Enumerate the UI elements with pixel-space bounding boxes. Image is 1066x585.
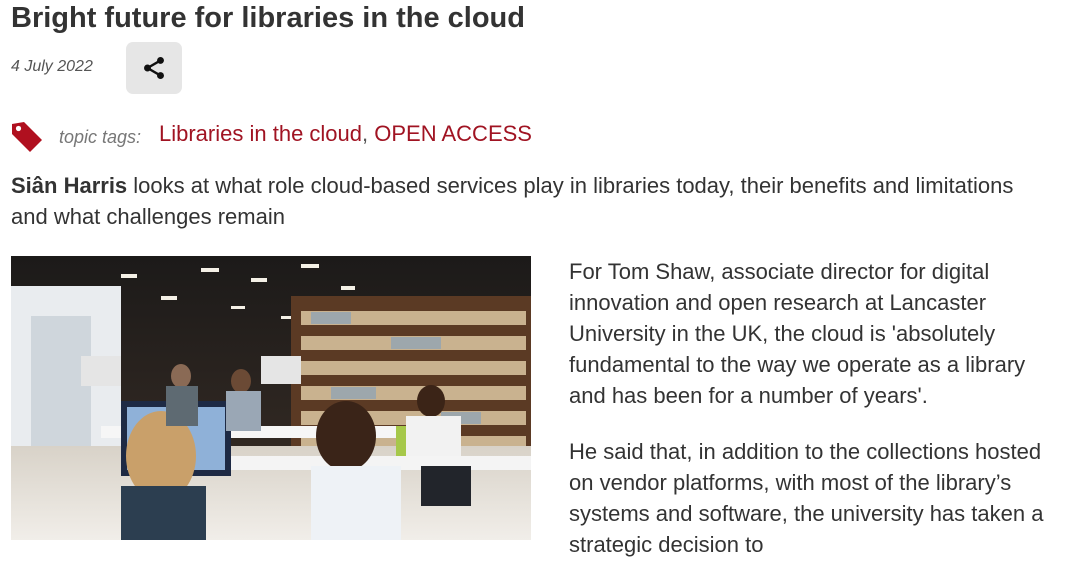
standfirst-text: looks at what role cloud-based services … bbox=[11, 173, 1014, 229]
article-date: 4 July 2022 bbox=[11, 58, 93, 75]
share-button[interactable] bbox=[126, 42, 182, 94]
tag-link-open-access[interactable]: OPEN ACCESS bbox=[374, 121, 532, 146]
tag-icon bbox=[12, 122, 42, 152]
library-photo-illustration bbox=[11, 256, 531, 540]
topic-tags-label: topic tags: bbox=[59, 127, 142, 147]
body-paragraph: He said that, in addition to the collect… bbox=[569, 439, 1044, 557]
tag-link-libraries-in-the-cloud[interactable]: Libraries in the cloud bbox=[159, 121, 362, 146]
topic-tags: Libraries in the cloud, OPEN ACCESS bbox=[159, 121, 532, 147]
article-body: For Tom Shaw, associate director for dig… bbox=[569, 256, 1049, 585]
share-icon bbox=[144, 56, 164, 80]
body-paragraph: For Tom Shaw, associate director for dig… bbox=[569, 259, 1026, 408]
author-name: Siân Harris bbox=[11, 173, 128, 198]
article-image bbox=[11, 256, 531, 540]
article-title: Bright future for libraries in the cloud bbox=[11, 2, 525, 34]
standfirst: Siân Harris looks at what role cloud-bas… bbox=[11, 170, 1051, 232]
tag-separator: , bbox=[362, 121, 375, 146]
